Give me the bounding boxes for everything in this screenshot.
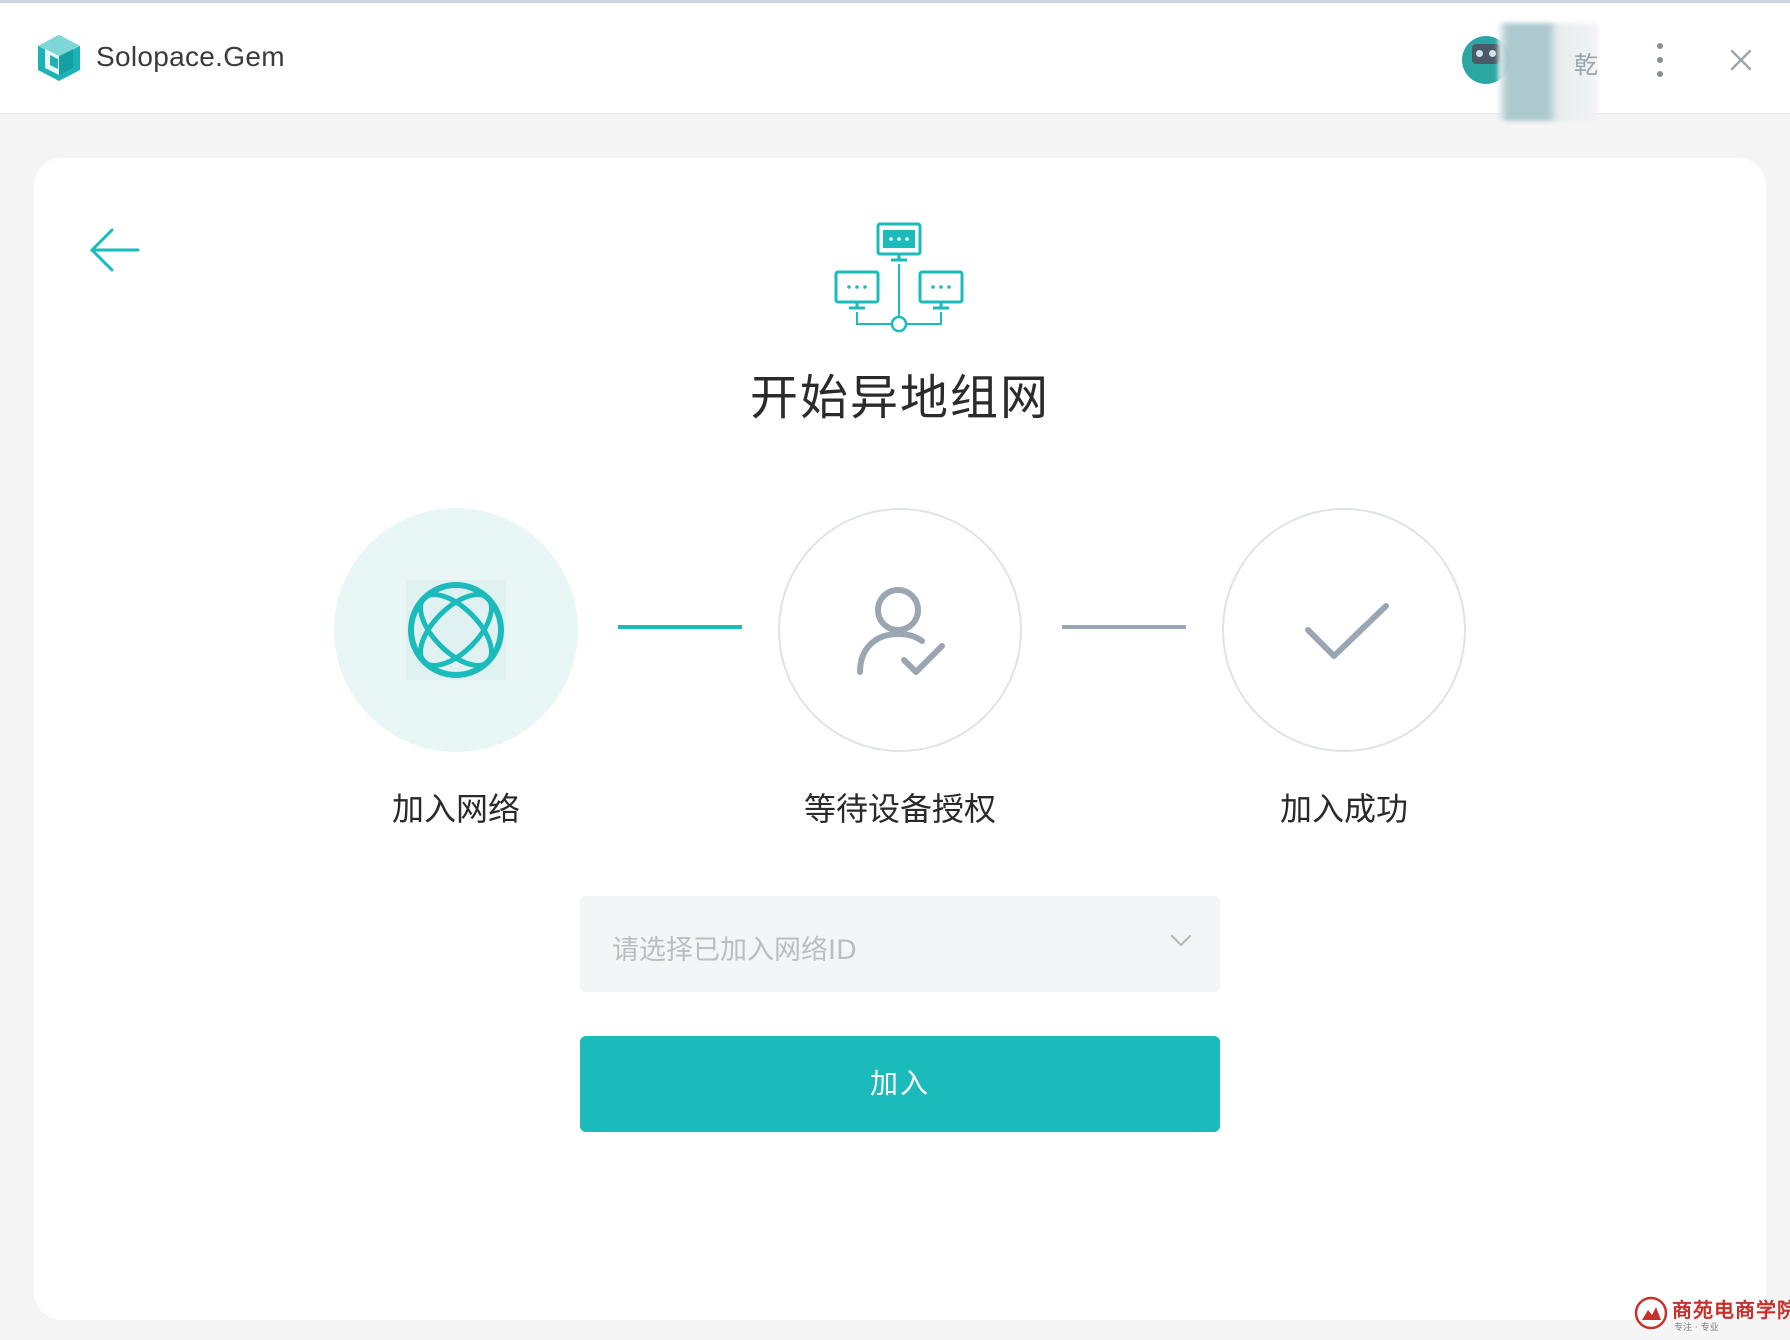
back-arrow-icon[interactable]	[84, 220, 144, 280]
step-connector-inactive	[1062, 625, 1186, 629]
more-dot	[1657, 43, 1663, 49]
step-label-wait-authorization: 等待设备授权	[803, 790, 996, 828]
network-id-select-placeholder: 请选择已加入网络ID	[612, 935, 857, 966]
step-join-network	[334, 508, 578, 752]
step-wait-authorization	[778, 508, 1022, 752]
close-icon[interactable]	[1724, 43, 1758, 77]
chevron-down-icon	[1170, 934, 1192, 947]
more-dot	[1657, 57, 1663, 63]
more-options-button[interactable]	[1648, 41, 1672, 81]
network-id-select[interactable]: 请选择已加入网络ID	[580, 896, 1220, 992]
step-join-success	[1222, 508, 1466, 752]
robot-eye-right	[1489, 50, 1496, 57]
watermark-text: 商苑电商学院	[1672, 1298, 1790, 1322]
watermark-badge-icon	[1634, 1296, 1668, 1330]
user-check-icon	[857, 587, 945, 675]
robot-eye-left	[1476, 50, 1483, 57]
watermark-subtext: 专注 · 专业	[1674, 1323, 1719, 1333]
watermark-logo: 商苑电商学院 专注 · 专业	[1632, 1292, 1790, 1336]
step-label-join-network: 加入网络	[391, 790, 520, 828]
more-dot	[1657, 71, 1663, 77]
title-bar: Solopace.Gem 乾	[0, 3, 1790, 121]
network-topology-icon	[834, 222, 964, 333]
join-button[interactable]: 加入	[580, 1036, 1220, 1132]
user-name: 乾	[1574, 51, 1598, 79]
checkmark-icon	[1305, 603, 1389, 659]
step-connector-active	[618, 625, 742, 629]
network-globe-icon	[406, 580, 506, 680]
app-logo-icon	[38, 35, 80, 81]
page-title: 开始异地组网	[749, 370, 1050, 426]
step-label-join-success: 加入成功	[1279, 790, 1408, 828]
main-card: 开始异地组网 加入网络 等待设备授权 加入成功 请选择已加入网络ID 加入	[34, 158, 1766, 1320]
app-name: Solopace.Gem	[96, 41, 285, 72]
